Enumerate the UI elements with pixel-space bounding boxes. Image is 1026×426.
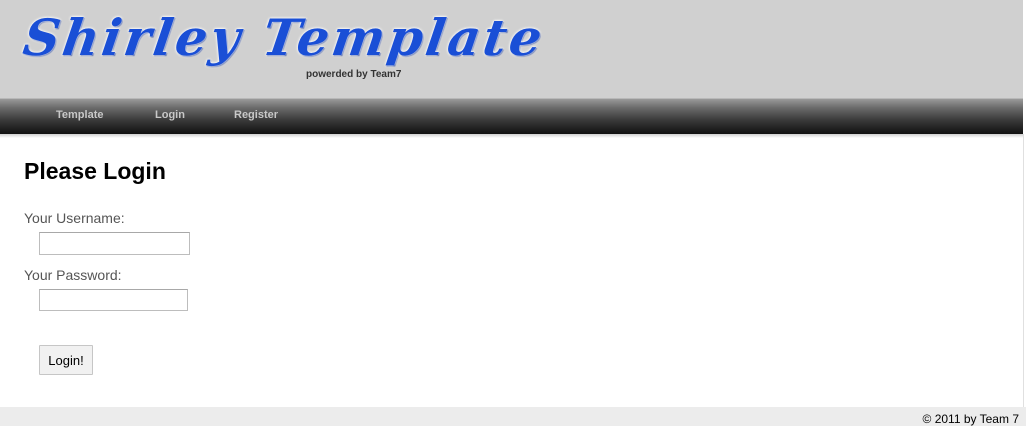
logo-title: Shirley Template <box>19 8 549 67</box>
password-label: Your Password: <box>24 267 122 283</box>
main-nav: Template Login Register <box>0 98 1023 134</box>
page: Shirley Template powerded by Team7 Templ… <box>0 0 1026 426</box>
nav-item-register[interactable]: Register <box>234 109 278 121</box>
footer-copyright: © 2011 by Team 7 <box>922 412 1019 426</box>
site-header: Shirley Template powerded by Team7 <box>0 0 1026 98</box>
login-button[interactable]: Login! <box>39 345 93 375</box>
content-right-border <box>1023 134 1024 407</box>
username-field[interactable] <box>39 232 190 255</box>
nav-item-template[interactable]: Template <box>56 109 103 121</box>
password-field[interactable] <box>39 289 188 311</box>
page-title: Please Login <box>24 158 166 184</box>
username-label: Your Username: <box>24 210 125 226</box>
nav-item-login[interactable]: Login <box>155 109 185 121</box>
site-logo[interactable]: Shirley Template powerded by Team7 <box>20 8 549 88</box>
nav-shadow <box>0 134 1023 138</box>
logo-subtitle: powerded by Team7 <box>306 69 402 80</box>
site-footer: © 2011 by Team 7 <box>0 407 1026 426</box>
